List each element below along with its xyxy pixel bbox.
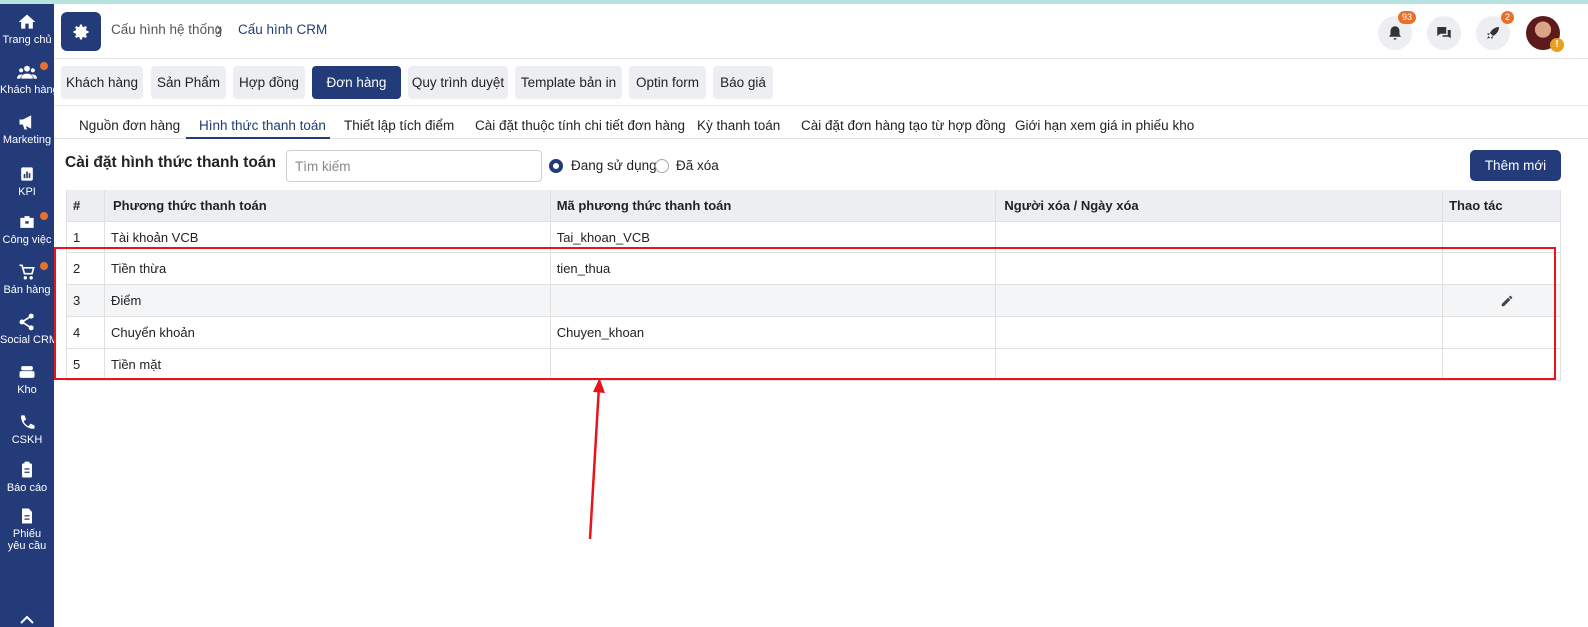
filter-active-radio[interactable]	[549, 159, 563, 173]
subtab-warehouse-price-limit[interactable]: Giới hạn xem giá in phiếu kho	[1015, 118, 1194, 133]
sidebar-item-customers[interactable]: Khách hàng	[0, 62, 59, 96]
subtab-orders-from-contracts[interactable]: Cài đặt đơn hàng tạo từ hợp đồng	[801, 118, 1006, 133]
sidebar-item-social-crm[interactable]: Social CRM	[0, 312, 59, 346]
table-header: # Phương thức thanh toán Mã phương thức …	[67, 190, 1562, 222]
page-title: Cài đặt hình thức thanh toán	[65, 154, 276, 171]
chat-icon	[1437, 27, 1451, 39]
share-icon	[19, 313, 34, 331]
filter-deleted-label[interactable]: Đã xóa	[676, 158, 719, 173]
tab-quotes[interactable]: Báo giá	[713, 66, 773, 99]
rocket-count-badge: 2	[1500, 11, 1514, 24]
notification-dot	[40, 212, 48, 220]
sidebar-item-label: Social CRM	[0, 334, 59, 346]
home-icon	[18, 14, 36, 29]
cart-icon	[19, 264, 35, 280]
sidebar-item-home[interactable]: Trang chủ	[0, 12, 54, 46]
chevron-right-icon	[216, 25, 223, 35]
warehouse-icon	[19, 366, 35, 378]
megaphone-icon	[19, 115, 32, 130]
document-icon	[22, 508, 32, 524]
settings-button[interactable]	[61, 12, 101, 51]
column-header: Thao tác	[1443, 190, 1562, 221]
sidebar-item-customer-care[interactable]: CSKH	[0, 412, 54, 446]
notification-dot	[40, 62, 48, 70]
subtab-payment-periods[interactable]: Kỳ thanh toán	[697, 118, 780, 133]
breadcrumb-item[interactable]: Cấu hình hệ thống	[111, 22, 222, 37]
column-header: Người xóa / Ngày xóa	[996, 190, 1444, 221]
sidebar-item-label: Báo cáo	[6, 482, 48, 494]
chat-button[interactable]	[1427, 16, 1461, 50]
briefcase-icon	[20, 216, 34, 228]
column-header: Phương thức thanh toán	[105, 190, 551, 221]
filter-deleted-radio[interactable]	[655, 159, 669, 173]
chart-icon	[21, 167, 33, 181]
sidebar-item-label: Kho	[17, 384, 37, 396]
sidebar-item-label: Phiếu yêu cầu	[7, 528, 47, 552]
sidebar-item-label: Công việc	[2, 234, 52, 246]
sidebar-item-tasks[interactable]: Công việc	[0, 212, 54, 246]
module-tabs: Khách hàng Sản Phẩm Hợp đồng Đơn hàng Qu…	[54, 59, 1588, 106]
filter-active-label[interactable]: Đang sử dụng	[571, 158, 657, 173]
notification-count-badge: 93	[1397, 11, 1416, 24]
bell-icon	[1389, 26, 1401, 40]
sidebar-item-label: CSKH	[11, 434, 43, 446]
tab-optin-form[interactable]: Optin form	[629, 66, 706, 99]
subtab-order-detail-attributes[interactable]: Cài đặt thuộc tính chi tiết đơn hàng	[475, 118, 685, 133]
top-header: Cấu hình hệ thống Cấu hình CRM 93 2 !	[54, 4, 1588, 59]
notification-dot	[40, 262, 48, 270]
sidebar-item-label: Marketing	[2, 134, 52, 146]
search-input[interactable]	[286, 150, 542, 182]
sidebar-item-marketing[interactable]: Marketing	[0, 112, 54, 146]
users-icon	[17, 65, 37, 79]
subtab-payment-methods[interactable]: Hình thức thanh toán	[199, 118, 326, 133]
tab-approval-process[interactable]: Quy trình duyệt	[408, 66, 508, 99]
sidebar-item-sales[interactable]: Bán hàng	[0, 262, 54, 296]
phone-icon	[21, 415, 35, 429]
subtab-points-setup[interactable]: Thiết lập tích điểm	[344, 118, 454, 133]
sidebar-item-reports[interactable]: Báo cáo	[0, 460, 54, 494]
sidebar-item-label: Khách hàng	[0, 84, 59, 96]
rocket-icon	[1487, 27, 1499, 39]
rocket-button[interactable]: 2	[1476, 11, 1514, 50]
avatar[interactable]: !	[1526, 16, 1564, 52]
clipboard-icon	[22, 461, 32, 478]
sidebar-item-label: KPI	[18, 186, 36, 198]
annotation-arrow	[588, 378, 605, 540]
warning-icon: !	[1550, 38, 1564, 52]
notifications-button[interactable]: 93	[1378, 11, 1416, 50]
sub-tabs: Nguồn đơn hàng Hình thức thanh toán Thiế…	[54, 107, 1588, 139]
tab-print-templates[interactable]: Template bản in	[515, 66, 622, 99]
breadcrumb-current: Cấu hình CRM	[238, 22, 328, 37]
sidebar: Trang chủ Khách hàng Marketing KPI Công …	[0, 4, 59, 627]
chevron-up-icon[interactable]	[18, 613, 36, 625]
tab-orders[interactable]: Đơn hàng	[312, 66, 401, 99]
sidebar-item-warehouse[interactable]: Kho	[0, 362, 54, 396]
annotation-highlight-box	[54, 247, 1556, 380]
add-new-button[interactable]: Thêm mới	[1470, 150, 1561, 181]
sidebar-item-label: Trang chủ	[2, 34, 52, 46]
column-header: Mã phương thức thanh toán	[551, 190, 997, 221]
tab-contracts[interactable]: Hợp đồng	[233, 66, 305, 99]
column-header: #	[67, 190, 105, 221]
sidebar-item-label: Bán hàng	[3, 284, 51, 296]
active-tab-indicator	[186, 137, 330, 139]
tab-customers[interactable]: Khách hàng	[61, 66, 143, 99]
gear-icon	[73, 24, 89, 39]
tab-products[interactable]: Sản Phẩm	[151, 66, 226, 99]
subtab-order-sources[interactable]: Nguồn đơn hàng	[79, 118, 180, 133]
sidebar-item-kpi[interactable]: KPI	[0, 164, 54, 198]
sidebar-item-requests[interactable]: Phiếu yêu cầu	[0, 506, 54, 552]
